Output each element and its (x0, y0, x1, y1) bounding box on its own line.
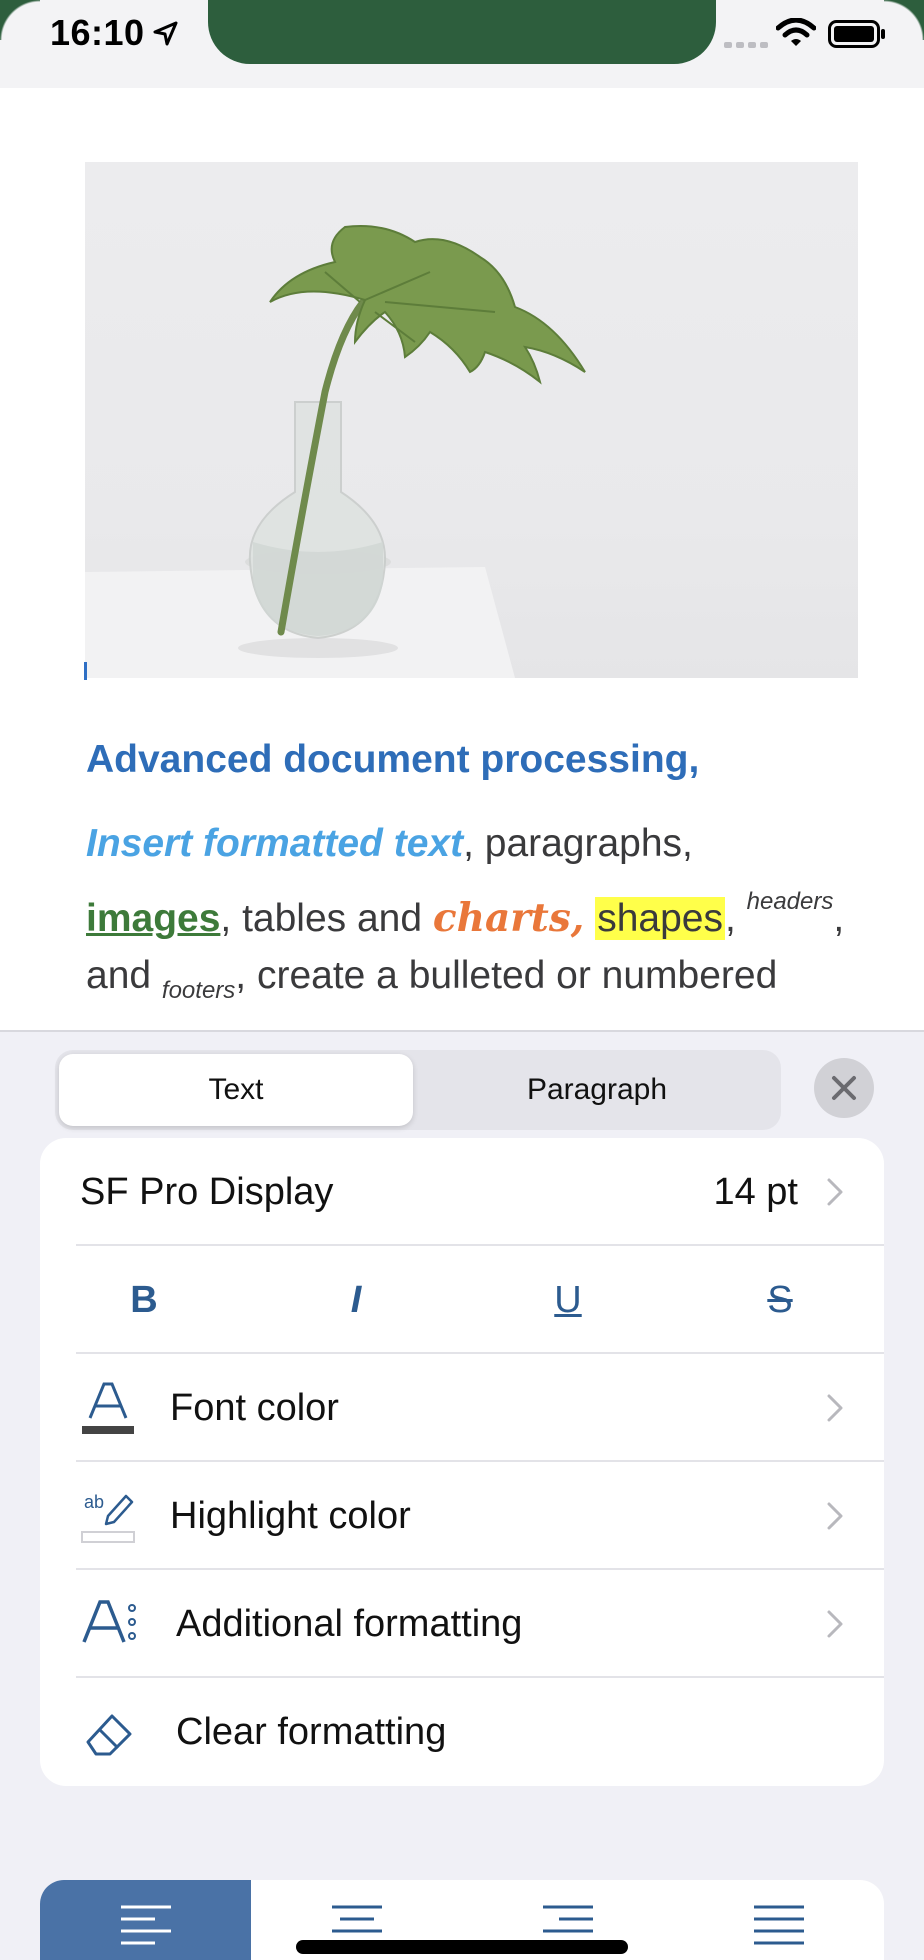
font-color-icon (82, 1382, 134, 1434)
formatting-panel: Text Paragraph SF Pro Display 14 pt B I … (0, 1030, 924, 1960)
text-span (584, 897, 595, 940)
close-button[interactable] (814, 1058, 874, 1118)
text-style-row: B I U S (40, 1246, 884, 1354)
superscript-text-span: headers (746, 888, 834, 915)
subscript-text-span: footers (161, 977, 236, 1004)
align-left-icon (120, 1905, 171, 1945)
bold-button[interactable]: B (104, 1260, 184, 1340)
text-span: , (724, 897, 747, 940)
chevron-right-icon (827, 1610, 843, 1638)
align-left-button[interactable] (40, 1880, 251, 1960)
plant-vase-illustration (85, 225, 586, 678)
home-indicator[interactable] (296, 1940, 628, 1954)
eraser-icon (86, 1714, 132, 1756)
document-heading[interactable]: Advanced document processing, (86, 738, 699, 782)
panel-tabs: Text Paragraph (55, 1050, 781, 1130)
clear-formatting-row[interactable]: Clear formatting (40, 1678, 884, 1786)
text-span: and (86, 954, 162, 997)
underline-button[interactable]: U (528, 1260, 608, 1340)
highlighter-icon: ab (81, 1492, 135, 1543)
highlight-color-label: Highlight color (170, 1494, 411, 1537)
text-span: , create a bulleted or numbered (235, 954, 778, 997)
battery-icon (828, 20, 885, 48)
location-arrow-icon (153, 21, 178, 46)
text-span: , paragraphs, (463, 822, 693, 865)
font-color-row[interactable]: Font color (40, 1354, 884, 1462)
highlighted-text-span: shapes (595, 897, 725, 940)
align-justify-icon (753, 1905, 804, 1945)
underlined-text-span: images (86, 897, 221, 940)
formatted-text-span: Insert formatted text (86, 822, 464, 865)
tab-text[interactable]: Text (59, 1054, 413, 1126)
font-color-label: Font color (170, 1386, 339, 1429)
text-span: , (833, 897, 845, 940)
align-justify-button[interactable] (673, 1880, 884, 1960)
additional-formatting-icon (82, 1600, 136, 1643)
wifi-icon (776, 18, 816, 46)
screen-corner (884, 0, 924, 40)
screen-corner (0, 0, 40, 40)
font-selector-row[interactable]: SF Pro Display 14 pt (40, 1138, 884, 1246)
font-size: 14 pt (713, 1170, 798, 1213)
formatting-options-card: SF Pro Display 14 pt B I U S Font color (40, 1138, 884, 1786)
chevron-right-icon (827, 1178, 843, 1206)
svg-text:ab: ab (84, 1492, 104, 1512)
document-line-1[interactable]: Insert formatted text, paragraphs, (86, 822, 693, 866)
document-image[interactable] (85, 162, 858, 678)
clear-formatting-label: Clear formatting (176, 1710, 447, 1753)
text-span: , tables and (220, 897, 433, 940)
styled-text-span: charts, (432, 895, 585, 941)
chevron-right-icon (827, 1394, 843, 1422)
additional-formatting-row[interactable]: Additional formatting (40, 1570, 884, 1678)
additional-formatting-label: Additional formatting (176, 1602, 523, 1645)
italic-button[interactable]: I (316, 1260, 396, 1340)
notch (208, 0, 716, 64)
font-name: SF Pro Display (80, 1170, 334, 1213)
text-cursor (84, 662, 87, 680)
tab-paragraph[interactable]: Paragraph (417, 1054, 777, 1126)
highlight-color-row[interactable]: ab Highlight color (40, 1462, 884, 1570)
strikethrough-button[interactable]: S (740, 1260, 820, 1340)
document-line-3[interactable]: and footers, create a bulleted or number… (86, 954, 777, 1005)
cellular-signal-icon (724, 42, 768, 48)
document-line-2[interactable]: images, tables and charts, shapes, heade… (86, 888, 844, 941)
status-bar: 16:10 (0, 0, 924, 88)
chevron-right-icon (827, 1502, 843, 1530)
status-time: 16:10 (50, 12, 145, 53)
close-icon (832, 1076, 856, 1100)
